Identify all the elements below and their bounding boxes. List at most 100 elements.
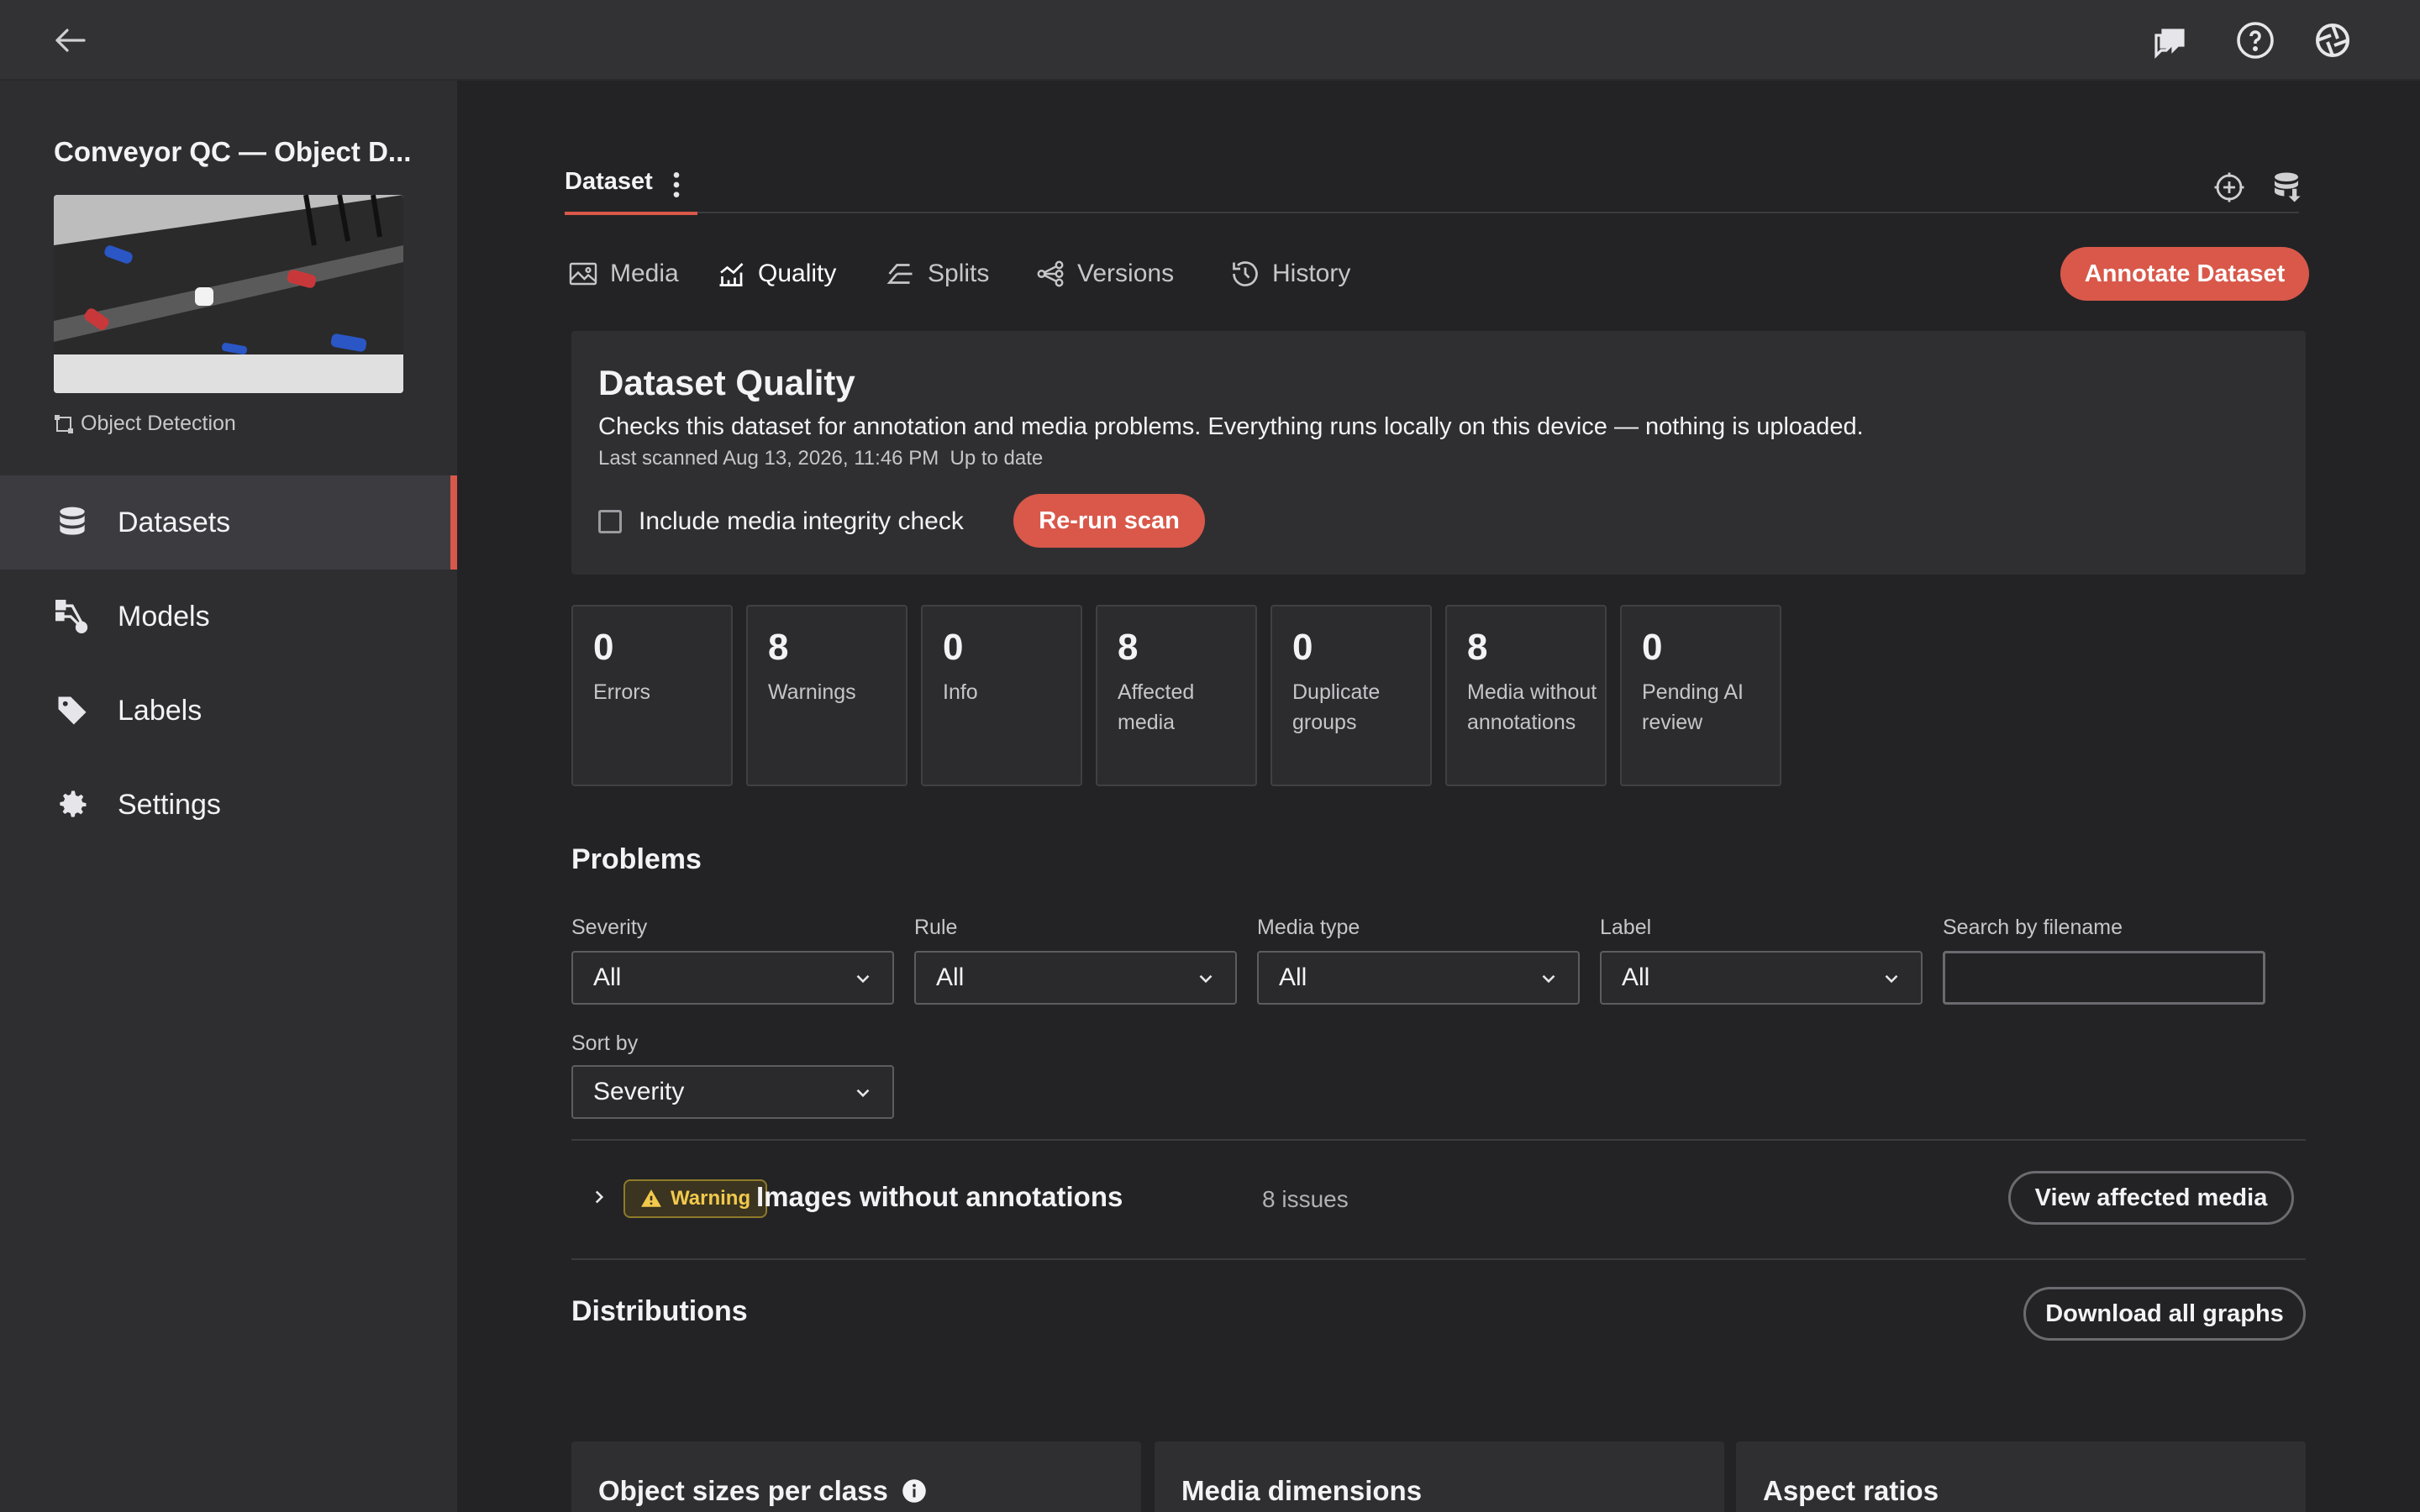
stat-value: 8 — [1118, 627, 1139, 668]
tab-splits[interactable]: Splits — [886, 249, 989, 299]
problems-title: Problems — [571, 843, 702, 875]
dist-card-title: Object sizes per class — [598, 1475, 927, 1507]
add-dataset-icon[interactable] — [2212, 170, 2247, 205]
rerun-scan-button[interactable]: Re-run scan — [1013, 494, 1205, 548]
model-graph-icon — [54, 598, 91, 635]
stat-affected-media: 8 Affected media — [1096, 605, 1257, 786]
sort-by-label: Sort by — [571, 1032, 639, 1055]
dist-card-object-sizes: Object sizes per class — [571, 1441, 1141, 1512]
database-icon — [54, 504, 91, 541]
filter-severity-label: Severity — [571, 916, 648, 939]
filter-label-select[interactable]: All — [1600, 951, 1923, 1005]
integrity-checkbox[interactable] — [598, 510, 622, 533]
dist-card-media-dimensions: Media dimensions — [1155, 1441, 1724, 1512]
bounding-box-icon — [55, 414, 73, 433]
dist-card-title-text: Aspect ratios — [1763, 1475, 1939, 1506]
stat-value: 8 — [768, 627, 789, 668]
integrity-check-toggle[interactable]: Include media integrity check — [598, 507, 964, 536]
back-arrow-icon[interactable] — [47, 17, 94, 64]
chevron-down-icon — [1885, 974, 1898, 984]
stat-errors: 0 Errors — [571, 605, 733, 786]
tab-dataset[interactable]: Dataset — [565, 161, 697, 215]
problem-title: Images without annotations — [756, 1181, 1123, 1212]
dist-card-title-text: Object sizes per class — [598, 1475, 888, 1506]
problem-row[interactable]: Warning Images without annotations 8 iss… — [571, 1166, 2306, 1230]
nav-datasets[interactable]: Datasets — [0, 475, 457, 570]
filter-media-type-label: Media type — [1257, 916, 1360, 939]
tab-versions[interactable]: Versions — [1035, 249, 1174, 299]
filter-media-type-select[interactable]: All — [1257, 951, 1580, 1005]
divider — [571, 1139, 2306, 1141]
chevron-down-icon — [856, 974, 870, 984]
stat-value: 0 — [1642, 627, 1663, 668]
chevron-right-icon[interactable] — [588, 1186, 610, 1208]
stat-pending-ai-review: 0 Pending AI review — [1620, 605, 1781, 786]
tab-history-label: History — [1272, 260, 1351, 287]
nav-labels[interactable]: Labels — [0, 664, 457, 758]
info-icon[interactable] — [902, 1478, 927, 1504]
filter-rule-select[interactable]: All — [914, 951, 1237, 1005]
tab-history[interactable]: History — [1230, 249, 1350, 299]
download-all-graphs-button[interactable]: Download all graphs — [2023, 1287, 2306, 1341]
image-icon — [569, 262, 597, 286]
gear-icon — [54, 786, 91, 823]
help-icon[interactable] — [2232, 17, 2279, 64]
tab-quality[interactable]: Quality — [716, 249, 836, 299]
sort-by-select[interactable]: Severity — [571, 1065, 894, 1119]
filter-label-value: All — [1622, 963, 1650, 991]
tab-active-indicator — [565, 212, 697, 215]
stat-label: Info — [943, 680, 978, 704]
quality-description: Checks this dataset for annotation and m… — [598, 413, 1864, 440]
annotate-dataset-button[interactable]: Annotate Dataset — [2060, 247, 2309, 301]
nav-models-label: Models — [118, 600, 210, 633]
project-thumbnail[interactable] — [54, 195, 403, 393]
view-affected-media-button[interactable]: View affected media — [2008, 1171, 2294, 1225]
tab-media-label: Media — [610, 260, 679, 287]
chevron-down-icon — [1199, 974, 1213, 984]
distributions-title: Distributions — [571, 1295, 748, 1327]
stat-label: Warnings — [768, 680, 856, 704]
stat-info: 0 Info — [921, 605, 1082, 786]
chat-bubbles-icon[interactable] — [2146, 17, 2193, 64]
tab-media[interactable]: Media — [568, 249, 679, 299]
stat-value: 0 — [943, 627, 964, 668]
database-export-icon[interactable] — [2269, 170, 2304, 205]
stat-duplicate-groups: 0 Duplicate groups — [1270, 605, 1432, 786]
split-icon — [886, 264, 913, 284]
top-bar — [0, 0, 2420, 81]
chart-icon — [719, 263, 744, 286]
integrity-check-label: Include media integrity check — [639, 507, 964, 535]
warning-triangle-icon — [641, 1189, 661, 1207]
aperture-icon[interactable] — [2309, 17, 2356, 64]
nav-settings-label: Settings — [118, 788, 221, 821]
stat-label: Affected media — [1118, 680, 1195, 734]
search-filename-label: Search by filename — [1943, 916, 2123, 939]
stat-value: 0 — [1292, 627, 1313, 668]
kebab-menu-icon[interactable] — [665, 168, 688, 202]
tab-splits-label: Splits — [928, 260, 990, 287]
stat-label: Duplicate groups — [1292, 680, 1381, 734]
filter-label-label: Label — [1600, 916, 1652, 939]
dataset-tab-strip: Dataset — [565, 161, 2301, 215]
nav-settings[interactable]: Settings — [0, 758, 457, 852]
warning-badge-label: Warning — [671, 1187, 751, 1210]
project-type-label: Object Detection — [81, 412, 236, 435]
dist-card-title-text: Media dimensions — [1181, 1475, 1423, 1506]
filter-media-type-value: All — [1279, 963, 1307, 991]
stat-label: Errors — [593, 680, 651, 704]
dist-card-title: Aspect ratios — [1763, 1475, 1939, 1507]
tab-quality-label: Quality — [758, 260, 837, 287]
dist-card-title: Media dimensions — [1181, 1475, 1422, 1507]
filter-severity-select[interactable]: All — [571, 951, 894, 1005]
project-type: Object Detection — [54, 412, 236, 436]
history-icon — [1233, 261, 1258, 286]
nav-models[interactable]: Models — [0, 570, 457, 664]
warning-badge: Warning — [623, 1179, 768, 1218]
stat-value: 0 — [593, 627, 614, 668]
search-filename-input[interactable] — [1943, 951, 2265, 1005]
filter-severity-value: All — [593, 963, 622, 991]
filter-rule-label: Rule — [914, 916, 958, 939]
nav-labels-label: Labels — [118, 694, 203, 727]
project-title: Conveyor QC — Object D... — [54, 136, 412, 167]
stat-value: 8 — [1467, 627, 1488, 668]
